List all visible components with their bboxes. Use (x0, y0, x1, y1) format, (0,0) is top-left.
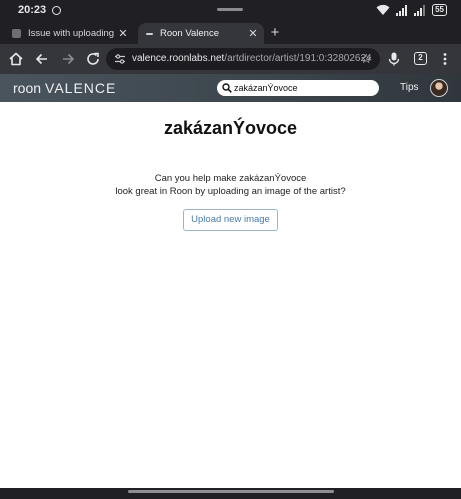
search-box[interactable] (217, 80, 379, 96)
home-icon[interactable] (8, 51, 24, 67)
logo-brand: roon (13, 80, 42, 96)
reload-icon[interactable] (85, 51, 101, 67)
roon-header: roonVALENCE Tips (0, 74, 461, 102)
bookmark-star-icon[interactable]: ☆ (360, 51, 372, 67)
prompt-line-2: look great in Roon by uploading an image… (115, 186, 346, 197)
close-icon[interactable]: ✕ (246, 27, 260, 40)
new-tab-button[interactable]: + (268, 24, 282, 41)
main-content: zakázanÝovoce Can you help make zakázanÝ… (0, 102, 461, 488)
upload-new-image-button[interactable]: Upload new image (183, 209, 278, 231)
back-icon[interactable] (34, 51, 50, 67)
close-icon[interactable]: ✕ (116, 27, 130, 40)
signal-icon (396, 4, 408, 16)
battery-icon: 55 (432, 4, 447, 16)
tab-switcher-button[interactable]: 2 (414, 52, 427, 65)
page-title: zakázanÝovoce (163, 118, 298, 138)
home-gesture-handle[interactable] (128, 490, 334, 493)
prompt-line-1: Can you help make zakázanÝovoce (154, 173, 307, 184)
forward-icon[interactable] (60, 51, 76, 67)
favicon-icon (146, 32, 153, 35)
url-text: valence.roonlabs.net/artdirector/artist/… (132, 53, 372, 64)
search-icon (222, 83, 232, 93)
tips-link[interactable]: Tips (400, 82, 419, 93)
camera-notch (217, 8, 243, 11)
status-icons: 55 (376, 4, 447, 16)
browser-toolbar: valence.roonlabs.net/artdirector/artist/… (0, 44, 461, 74)
logo-product: VALENCE (45, 80, 117, 96)
signal-icon-2 (414, 4, 426, 16)
wifi-icon (376, 4, 390, 15)
roon-valence-logo[interactable]: roon VALENCE (13, 80, 116, 96)
tab-title: Roon Valence (160, 28, 219, 39)
search-input[interactable] (234, 81, 374, 95)
url-domain: valence.roonlabs.net (132, 53, 225, 64)
gesture-nav-bar (0, 488, 461, 499)
browser-tab[interactable]: Issue with uploading image ✕ (0, 23, 134, 44)
more-menu-icon[interactable] (437, 51, 453, 67)
status-bar: 20:23 55 (0, 0, 461, 22)
upload-prompt: Can you help make zakázanÝovoce look gre… (0, 172, 461, 198)
avatar[interactable] (430, 79, 448, 97)
browser-tab-strip: Issue with uploading image ✕ Roon Valenc… (0, 22, 461, 44)
status-time: 20:23 (18, 4, 47, 16)
favicon-icon (12, 29, 21, 38)
alarm-icon (52, 6, 61, 15)
microphone-icon[interactable] (386, 51, 402, 67)
site-settings-icon[interactable] (114, 53, 126, 65)
browser-tab-active[interactable]: Roon Valence ✕ (138, 23, 264, 44)
url-path: /artdirector/artist/191:0:32802624 (224, 53, 372, 64)
device-screen: 20:23 55 Issue with uploading image ✕ Ro… (0, 0, 461, 499)
tab-title: Issue with uploading image (28, 28, 116, 39)
address-bar[interactable]: valence.roonlabs.net/artdirector/artist/… (106, 48, 380, 70)
